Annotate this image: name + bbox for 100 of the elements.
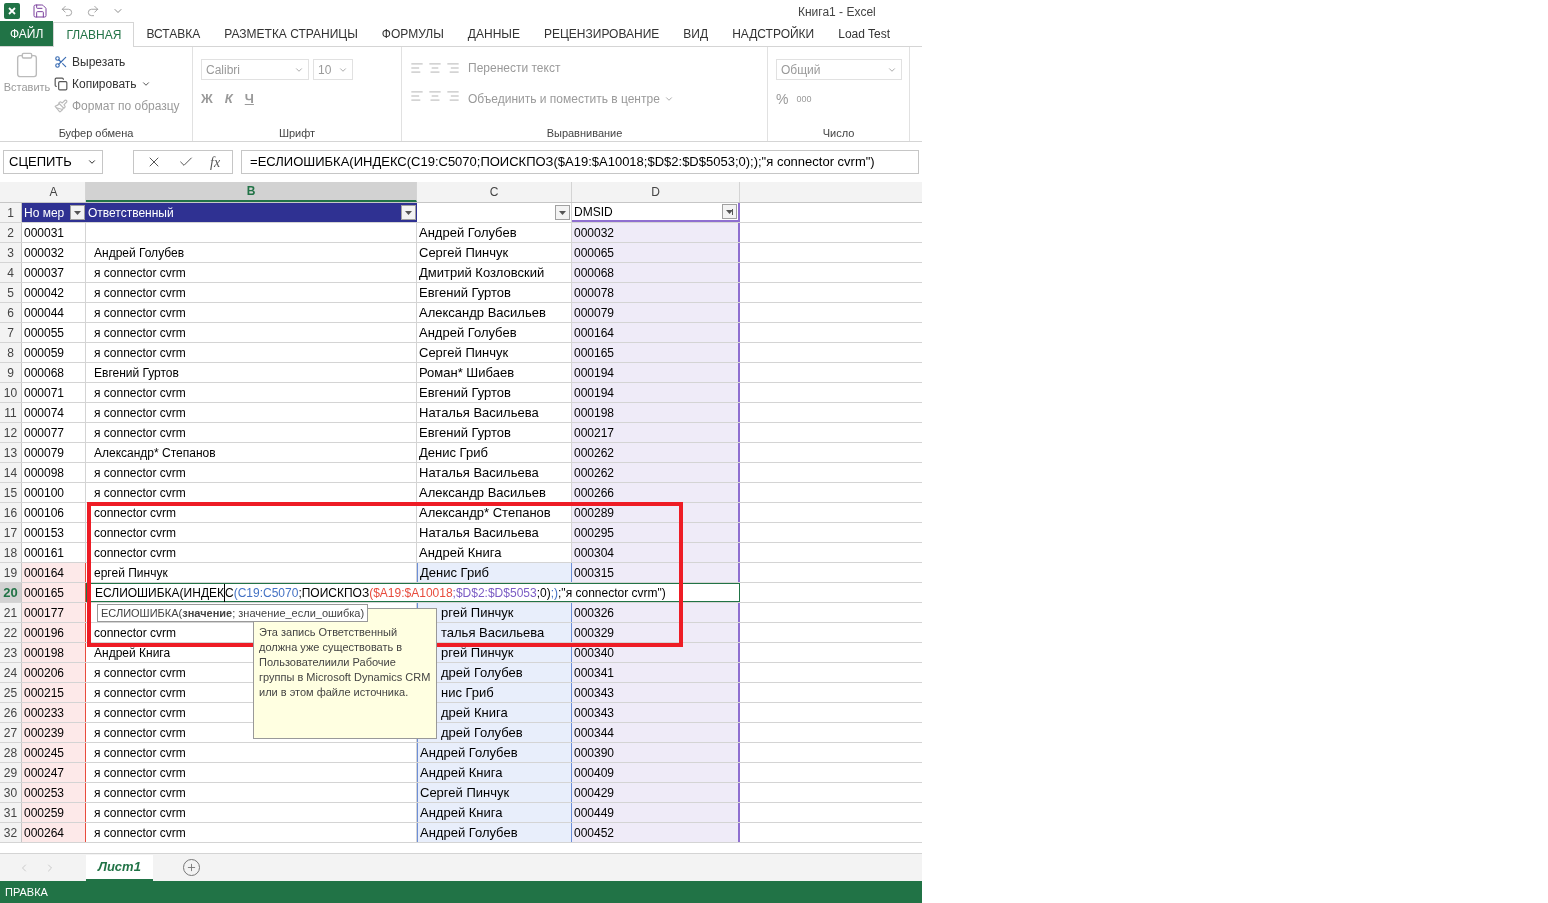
table-cell-text: я connector cvrm bbox=[94, 704, 186, 722]
row-number: 11 bbox=[0, 403, 22, 422]
table-cell-text: 000198 bbox=[574, 404, 615, 422]
table-cell-text: Евгений Гуртов bbox=[94, 364, 179, 382]
group-label: Выравнивание bbox=[545, 126, 624, 141]
table-cell-text: 000079 bbox=[574, 304, 615, 322]
row-number: 16 bbox=[0, 503, 22, 522]
window-title: Книга1 - Excel bbox=[798, 4, 876, 21]
table-cell-text: я connector cvrm bbox=[94, 284, 186, 302]
redo-icon[interactable] bbox=[86, 4, 100, 18]
table-cell-text: 000253 bbox=[24, 784, 65, 802]
save-icon[interactable] bbox=[32, 3, 48, 19]
caret-icon bbox=[663, 94, 674, 104]
table-cell: 000165 bbox=[22, 583, 86, 602]
table-cell-text: дрей Книга bbox=[441, 703, 508, 722]
filter-button[interactable] bbox=[555, 205, 570, 220]
table-cell-text: 000055 bbox=[24, 324, 65, 342]
editing-cell[interactable]: ЕСЛИОШИБКА(ИНДЕКС(C19:C5070;ПОИСКПОЗ($A19:$A10018;$D$2:$D$5053;0););"я connector cvrm") bbox=[86, 583, 740, 602]
table-cell-text: 000068 bbox=[24, 364, 65, 382]
file-tab[interactable]: ФАЙЛ bbox=[0, 21, 54, 46]
row-number: 23 bbox=[0, 643, 22, 662]
table-cell-text: 000164 bbox=[574, 324, 615, 342]
plus-icon bbox=[185, 862, 197, 873]
table-cell-text: я connector cvrm bbox=[94, 324, 186, 342]
table-cell-text: я connector cvrm bbox=[94, 404, 186, 422]
header-cell-text: DMSID bbox=[574, 203, 613, 221]
formula-field[interactable]: =ЕСЛИОШИБКА(ИНДЕКС(C19:C5070;ПОИСКПОЗ($A19:$A10018;$D$2:$D$5053;0););"я connector cvrm") bbox=[241, 150, 919, 174]
table-cell-text: connector cvrm bbox=[94, 624, 177, 642]
table-cell-text: connector cvrm bbox=[94, 544, 177, 562]
row-number: 26 bbox=[0, 703, 22, 722]
header-cell-text: Но мер bbox=[24, 204, 65, 222]
sheet-tab[interactable]: Лист1 bbox=[86, 854, 153, 881]
table-cell-text: 000165 bbox=[574, 344, 615, 362]
table-cell-text: 000194 bbox=[574, 364, 615, 382]
table-cell-text: Александр Васильев bbox=[419, 303, 546, 322]
table-cell-text: Андрей Голубев bbox=[420, 823, 518, 842]
group-label: Буфер обмена bbox=[57, 126, 135, 141]
table-cell-text: 000074 bbox=[24, 404, 65, 422]
table-cell-text: 000344 bbox=[574, 724, 615, 742]
column-header[interactable]: B bbox=[86, 182, 417, 202]
table-cell-text: Сергей Пинчук bbox=[419, 243, 509, 262]
table-cell-text: 000106 bbox=[24, 504, 65, 522]
table-cell-text: талья Васильева bbox=[441, 623, 545, 642]
table-cell-text: 000161 bbox=[24, 544, 65, 562]
ribbon-tab[interactable]: ВСТАВКА bbox=[134, 21, 213, 46]
table-cell-text: 000262 bbox=[574, 444, 615, 462]
table-cell-text: 000059 bbox=[24, 344, 65, 362]
table-cell-text: Роман* Шибаев bbox=[419, 363, 515, 382]
ribbon-tab[interactable]: ФОРМУЛЫ bbox=[369, 21, 456, 46]
table-cell-text: ргей Пинчук bbox=[441, 643, 514, 662]
undo-icon[interactable] bbox=[60, 4, 74, 18]
table-cell-text: Наталья Васильева bbox=[419, 523, 539, 542]
table-cell-text: 000153 bbox=[24, 524, 65, 542]
table-cell-text: 000409 bbox=[574, 764, 615, 782]
table-cell-text: 000100 bbox=[24, 484, 65, 502]
table-cell-text: 000429 bbox=[574, 784, 615, 802]
table-cell-text: 000390 bbox=[574, 744, 615, 762]
table-cell-text: 000042 bbox=[24, 284, 65, 302]
row-number: 4 bbox=[0, 263, 22, 282]
table-cell-text: 000164 bbox=[24, 564, 65, 582]
row-number: 25 bbox=[0, 683, 22, 702]
table-cell-text: я connector cvrm bbox=[94, 724, 186, 742]
caret-icon bbox=[725, 207, 734, 216]
caret-icon bbox=[73, 208, 82, 217]
ribbon-tab[interactable]: РЕЦЕНЗИРОВАНИЕ bbox=[531, 21, 672, 46]
table-cell-text: Евгений Гуртов bbox=[419, 423, 511, 442]
row-number: 8 bbox=[0, 343, 22, 362]
table-cell-text: Александр* Степанов bbox=[94, 444, 216, 462]
table-cell-text: я connector cvrm bbox=[94, 684, 186, 702]
group-label: Число bbox=[821, 126, 856, 141]
row-number: 18 bbox=[0, 543, 22, 562]
row-number: 29 bbox=[0, 763, 22, 782]
name-box[interactable]: СЦЕПИТЬ bbox=[3, 150, 103, 174]
table-cell-text: Сергей Пинчук bbox=[419, 343, 509, 362]
table-cell-text: connector cvrm bbox=[94, 504, 177, 522]
row-number: 30 bbox=[0, 783, 22, 802]
table-cell-text: 000031 bbox=[24, 224, 65, 242]
table-cell-text: 000315 bbox=[574, 564, 615, 582]
table-cell-text: 000304 bbox=[574, 544, 615, 562]
table-cell-text: я connector cvrm bbox=[94, 304, 186, 322]
ribbon-tab[interactable]: РАЗМЕТКА СТРАНИЦЫ bbox=[212, 21, 370, 46]
table-cell-text: Андрей Книга bbox=[419, 543, 502, 562]
ribbon-tab[interactable]: ГЛАВНАЯ bbox=[53, 22, 135, 47]
filter-button[interactable] bbox=[70, 205, 85, 220]
row-number: 24 bbox=[0, 663, 22, 682]
table-cell-text: 000077 bbox=[24, 424, 65, 442]
filter-button[interactable] bbox=[722, 204, 737, 219]
table-cell-text: 000215 bbox=[24, 684, 65, 702]
column-header[interactable]: C bbox=[417, 182, 572, 202]
ribbon-tab[interactable]: ДАННЫЕ bbox=[455, 21, 532, 46]
ribbon-tab[interactable]: Load Test bbox=[826, 21, 903, 46]
insert-function-button[interactable]: fx bbox=[210, 151, 221, 173]
row-number: 5 bbox=[0, 283, 22, 302]
ribbon-tab[interactable]: ВИД bbox=[671, 21, 721, 46]
filter-button[interactable] bbox=[401, 205, 416, 220]
ribbon-tab[interactable]: НАДСТРОЙКИ bbox=[720, 21, 827, 46]
table-cell-text: 000177 bbox=[24, 604, 65, 622]
table-cell-text: 000266 bbox=[574, 484, 615, 502]
row-number: 27 bbox=[0, 723, 22, 742]
table-cell-text: 000264 bbox=[24, 824, 65, 842]
